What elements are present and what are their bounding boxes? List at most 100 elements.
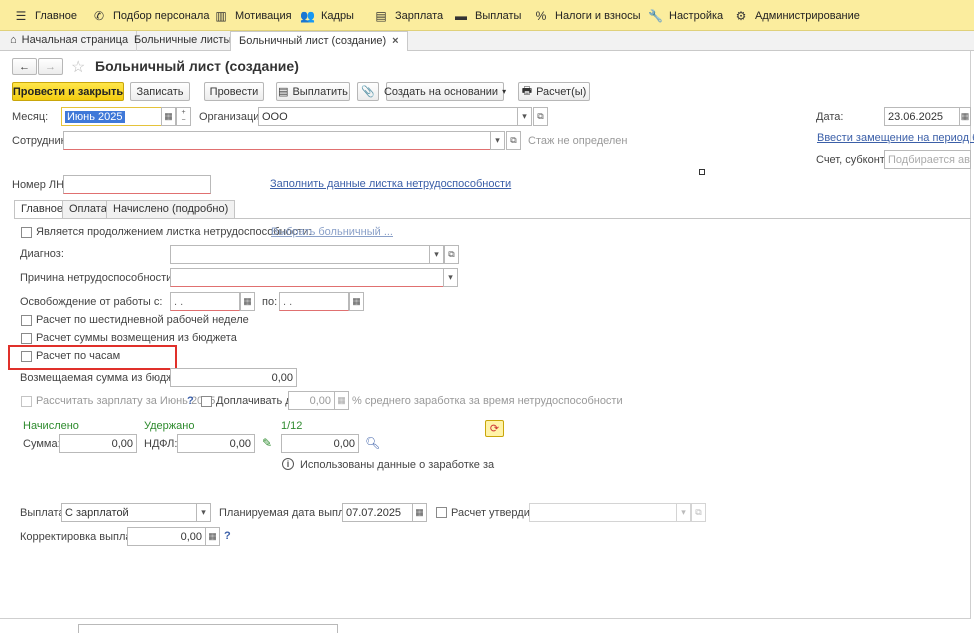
month-calendar-button[interactable]: ▦ (161, 107, 176, 126)
topup-checkbox[interactable] (201, 396, 212, 407)
refund-input[interactable]: 0,00 (170, 368, 297, 387)
continuation-checkbox[interactable] (21, 227, 32, 238)
date-label: Дата: (816, 111, 844, 123)
organization-dropdown-button[interactable]: ▾ (517, 107, 532, 126)
hours-calc-checkbox[interactable] (21, 351, 32, 362)
bottom-partial-field[interactable] (78, 624, 338, 633)
month-spinner[interactable]: + − (176, 107, 191, 126)
six-day-week-checkbox[interactable] (21, 315, 32, 326)
sum-input[interactable]: 0,00 (59, 434, 137, 453)
organization-input[interactable]: ООО (258, 107, 518, 126)
ratio-input[interactable]: 0,00 (281, 434, 359, 453)
tab-sick-leaves[interactable]: Больничные листы (126, 31, 241, 51)
create-based-on-button[interactable]: Создать на основании ▾ (384, 82, 507, 101)
release-from-calendar-button[interactable]: ▦ (240, 292, 255, 311)
budget-refund-checkbox[interactable] (21, 333, 32, 344)
menu-item-settings[interactable]: 🔧 Настройка (648, 8, 723, 24)
calendar-icon: ▦ (415, 507, 424, 517)
diagnosis-open-button[interactable]: ⧉ (444, 245, 459, 264)
diagnosis-dropdown-button[interactable]: ▾ (429, 245, 444, 264)
post-and-close-button[interactable]: Провести и закрыть (12, 82, 124, 101)
post-button[interactable]: Провести (204, 82, 264, 101)
recalc-help-icon[interactable]: ? (187, 395, 194, 407)
menu-item-recruiting[interactable]: ✆ Подбор персонала (92, 8, 210, 24)
date-calendar-button[interactable]: ▦ (959, 107, 971, 126)
save-button[interactable]: Записать (130, 82, 190, 101)
employee-input[interactable] (63, 131, 491, 150)
subtab-accrued-detailed[interactable]: Начислено (подробно) (106, 200, 236, 218)
reason-input[interactable] (170, 268, 444, 287)
tab-sick-leave-create[interactable]: Больничный лист (создание) × (230, 31, 408, 52)
search-icon[interactable]: 🔍︎ (365, 436, 380, 450)
calc-approved-label: Расчет утвердил (451, 507, 537, 519)
chevron-down-icon: ▾ (522, 111, 527, 121)
paperclip-icon: 📎 (361, 86, 375, 98)
pay-button[interactable]: ▤ Выплатить (276, 82, 350, 101)
accrued-heading: Начислено (23, 420, 79, 432)
arrow-right-icon: → (45, 60, 56, 73)
menu-item-salary[interactable]: ▤ Зарплата (374, 8, 443, 24)
fill-sick-leave-link[interactable]: Заполнить данные листка нетрудоспособнос… (270, 178, 511, 190)
account-subconto-input[interactable]: Подбирается автом (884, 150, 971, 169)
ln-number-input[interactable] (63, 175, 211, 194)
menu-item-payments[interactable]: ▬ Выплаты (454, 8, 521, 24)
reason-dropdown-button[interactable]: ▾ (443, 268, 458, 287)
menu-item-admin[interactable]: ⚙ Администрирование (734, 8, 860, 24)
ln-number-label: Номер ЛН: (12, 179, 68, 191)
forward-button[interactable]: → (38, 58, 63, 75)
choose-sick-leave-link[interactable]: Выбрать больничный ... (271, 226, 393, 238)
payout-correction-input[interactable]: 0,00 (127, 527, 206, 546)
calendar-icon: ▦ (352, 296, 361, 306)
menu-item-taxes[interactable]: % Налоги и взносы (534, 8, 641, 24)
edit-pencil-icon[interactable]: ✎ (262, 436, 272, 450)
release-to-input[interactable]: . . (279, 292, 349, 311)
correction-help-icon[interactable]: ? (224, 530, 231, 542)
topup-calc-button[interactable]: ▦ (334, 391, 349, 410)
calc-approved-checkbox[interactable] (436, 507, 447, 518)
calculator-icon: ▦ (337, 395, 346, 405)
planned-date-input[interactable]: 07.07.2025 (342, 503, 413, 522)
back-button[interactable]: ← (12, 58, 37, 75)
employee-open-button[interactable]: ⧉ (506, 131, 521, 150)
menu-item-hr[interactable]: 👥 Кадры (300, 8, 354, 24)
earnings-info-text: Использованы данные о заработке за (300, 459, 495, 471)
calendar-icon: ▦ (164, 111, 173, 121)
diagnosis-input[interactable] (170, 245, 430, 264)
employee-dropdown-button[interactable]: ▾ (490, 131, 505, 150)
approver-input[interactable] (529, 503, 677, 522)
approver-open-button[interactable]: ⧉ (691, 503, 706, 522)
ndfl-input[interactable]: 0,00 (177, 434, 255, 453)
month-input[interactable]: Июнь 2025 (61, 107, 162, 126)
topup-input[interactable]: 0,00 (288, 391, 335, 410)
wallet-icon: ▬ (455, 9, 467, 23)
payout-dropdown-button[interactable]: ▾ (196, 503, 211, 522)
date-input[interactable]: 23.06.2025 (884, 107, 966, 126)
approver-dropdown-button[interactable]: ▾ (676, 503, 691, 522)
enter-replacement-link[interactable]: Ввести замещение на период болез (817, 132, 974, 144)
release-to-calendar-button[interactable]: ▦ (349, 292, 364, 311)
resize-handle[interactable] (699, 169, 705, 175)
favorite-star-icon[interactable]: ☆ (71, 57, 85, 77)
organization-open-button[interactable]: ⧉ (533, 107, 548, 126)
dropdown-arrow-icon: ▾ (502, 87, 507, 96)
chevron-down-icon: ▾ (201, 507, 206, 517)
refresh-button[interactable]: ⟳ (485, 420, 504, 437)
window-tabs: ⌂ Начальная страница Больничные листы Бол… (0, 31, 974, 52)
payout-select[interactable]: С зарплатой (61, 503, 197, 522)
release-from-input[interactable]: . . (170, 292, 240, 311)
arrow-left-icon: ← (19, 60, 30, 73)
tab-home[interactable]: ⌂ Начальная страница (2, 31, 138, 51)
info-icon: i (282, 458, 294, 470)
menu-item-motivation[interactable]: ▥ Мотивация (214, 8, 291, 24)
home-icon: ⌂ (10, 34, 17, 46)
recalc-salary-checkbox[interactable] (21, 396, 32, 407)
calculations-button[interactable]: 🖶 Расчет(ы) (518, 82, 590, 101)
payout-correction-calc-button[interactable]: ▦ (205, 527, 220, 546)
planned-date-calendar-button[interactable]: ▦ (412, 503, 427, 522)
close-tab-icon[interactable]: × (392, 35, 398, 47)
budget-refund-label: Расчет суммы возмещения из бюджета (36, 332, 237, 344)
menu-item-main[interactable]: ☰ Главное (14, 8, 77, 24)
topup-label: Доплачивать до (216, 395, 298, 407)
chevron-down-icon: ▾ (681, 507, 686, 517)
attach-button[interactable]: 📎 (357, 82, 379, 101)
